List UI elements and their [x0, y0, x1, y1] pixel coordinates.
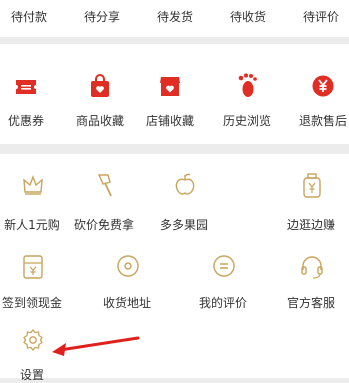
annotation-arrow [52, 336, 140, 356]
